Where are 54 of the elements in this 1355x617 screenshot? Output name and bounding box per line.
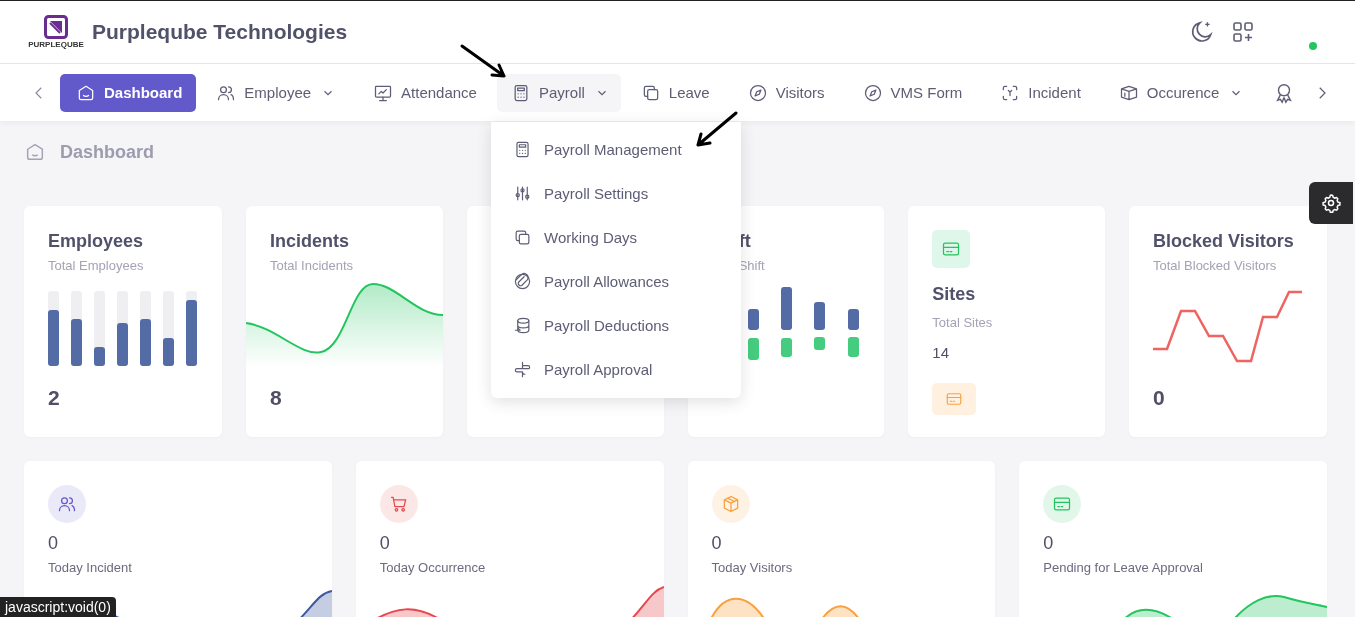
nav-tab[interactable]: Dashboard [60,73,197,112]
card-title: Incidents [270,231,349,252]
card-value: 0 [1153,386,1165,410]
pointer-arrow [695,111,739,149]
logo-text: PURPLEQUBE [28,40,84,49]
moon-icon[interactable] [1189,19,1215,45]
nav-tab[interactable]: VMS Form [844,73,981,112]
card-title: Employees [48,231,144,252]
card-title: Blocked Visitors [1153,231,1294,252]
pointer-arrow [460,44,508,80]
signpost-icon [513,359,532,379]
card-value: 2 [48,386,60,410]
paperclip-icon [513,271,532,291]
nav-tab[interactable]: Employee [198,73,354,112]
card-value: 0 [1043,533,1054,554]
card-subtitle: Total Sites [932,315,993,330]
card-label: Today Incident [48,560,132,575]
database-icon [513,315,532,335]
card-value: 0 [711,533,722,554]
calculator-icon [513,139,532,159]
logo[interactable]: PURPLEQUBE [30,15,82,49]
card-subtitle: Total Incidents [270,258,354,273]
compass-icon [747,82,768,103]
card-value: 0 [48,533,58,554]
menu-item[interactable]: Payroll Approval [491,347,741,391]
home-icon [24,141,46,163]
nav-tab[interactable]: Payroll [496,73,621,112]
settings-button[interactable] [1309,182,1353,224]
menu-item[interactable]: Working Days [491,215,741,259]
card-label: Today Visitors [711,560,793,575]
status-url: javascript:void(0) [0,597,116,617]
nav-tab[interactable]: Occurence [1100,73,1262,112]
nav-tab[interactable]: Visitors [729,73,843,112]
app-title: Purpleqube Technologies [92,20,348,44]
menu-item[interactable]: Payroll Settings [491,171,741,215]
apps-icon[interactable] [1231,20,1255,44]
settings-icon [1321,193,1341,213]
menu-item[interactable]: Payroll Deductions [491,303,741,347]
logo-icon [44,15,68,39]
breadcrumb: Dashboard [60,141,155,163]
card-subtitle: Total Employees [48,258,144,273]
card-label: Today Occurrence [379,560,486,575]
compass-icon [862,82,883,103]
nav-tab[interactable]: Attendance [355,73,495,112]
nav-tab[interactable]: Incident [982,73,1099,112]
card-subtitle: Total Blocked Visitors [1153,258,1277,273]
online-status-dot [1309,42,1317,50]
nav-tab[interactable]: Leave [622,73,728,112]
card-label: Pending for Leave Approval [1043,560,1203,575]
card-title: Sites [932,284,976,305]
card-value: 8 [270,386,282,410]
menu-item[interactable]: Payroll Management [491,127,741,171]
card-value: 0 [379,533,390,554]
card-value: 14 [932,344,949,361]
